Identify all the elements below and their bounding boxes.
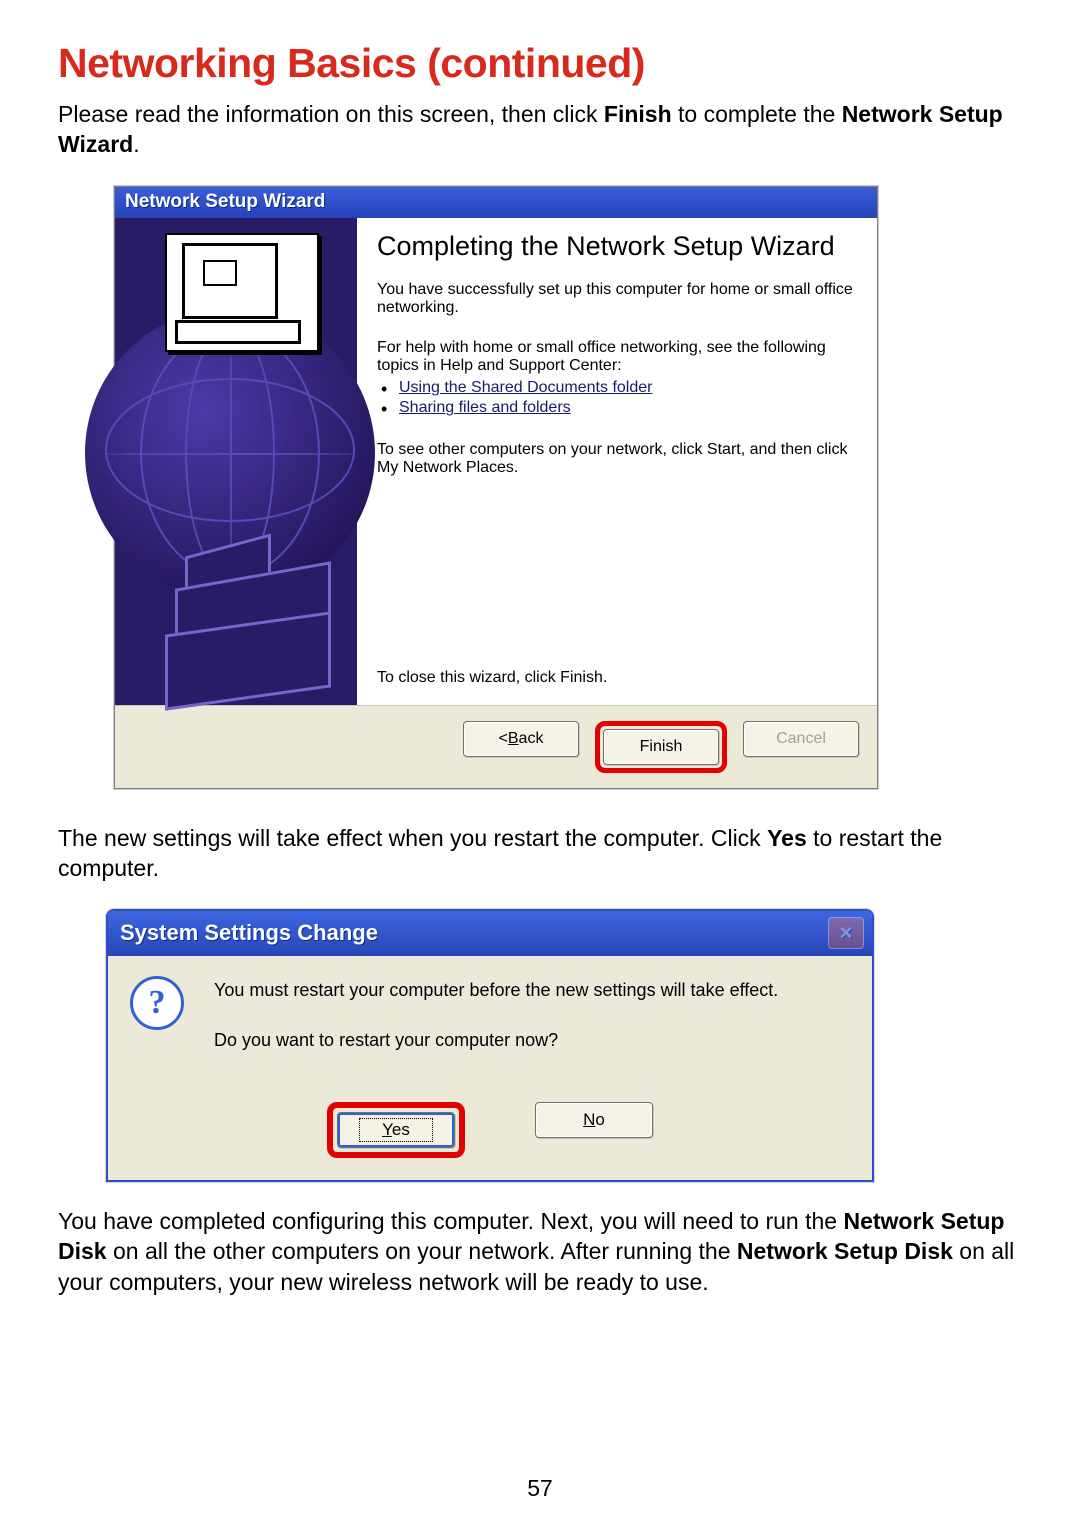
text: The new settings will take effect when y… — [58, 825, 767, 851]
wizard-text: You have successfully set up this comput… — [377, 281, 857, 317]
restart-text: You must restart your computer before th… — [214, 976, 778, 1075]
label-mnemonic: N — [583, 1110, 595, 1130]
label-post: o — [595, 1110, 604, 1130]
text-bold: Network Setup Disk — [737, 1238, 953, 1264]
wizard-text: To see other computers on your network, … — [377, 441, 857, 477]
label-mnemonic: Y — [382, 1120, 392, 1139]
text: . — [133, 131, 139, 157]
label-post: ack — [519, 730, 544, 748]
wizard-button-row: < Back Finish Cancel — [115, 705, 877, 788]
wizard-body: Completing the Network Setup Wizard You … — [115, 218, 877, 705]
no-button[interactable]: No — [535, 1102, 653, 1138]
yes-button-highlight: Yes — [327, 1102, 465, 1158]
restart-body: ? You must restart your computer before … — [108, 956, 872, 1101]
intro-paragraph-1: Please read the information on this scre… — [58, 99, 1022, 160]
text: Please read the information on this scre… — [58, 101, 604, 127]
wizard-text: For help with home or small office netwo… — [377, 339, 857, 375]
back-button[interactable]: < Back — [463, 721, 579, 757]
restart-title-text: System Settings Change — [120, 920, 378, 946]
intro-paragraph-3: You have completed configuring this comp… — [58, 1206, 1022, 1297]
list-item: Sharing files and folders — [399, 399, 857, 417]
restart-line1: You must restart your computer before th… — [214, 976, 778, 1006]
text: You have completed configuring this comp… — [58, 1208, 843, 1234]
text: to complete the — [672, 101, 842, 127]
sharing-files-link[interactable]: Sharing files and folders — [399, 399, 571, 416]
finish-button[interactable]: Finish — [603, 729, 719, 765]
wizard-help-list: Using the Shared Documents folder Sharin… — [377, 379, 857, 419]
label-mnemonic: B — [508, 730, 519, 748]
network-setup-wizard-dialog: Network Setup Wizard Completing the Netw… — [114, 186, 878, 789]
intro-paragraph-2: The new settings will take effect when y… — [58, 823, 1022, 884]
page-title: Networking Basics (continued) — [58, 40, 1022, 87]
shared-documents-link[interactable]: Using the Shared Documents folder — [399, 379, 652, 396]
label-post: es — [392, 1120, 410, 1139]
yes-button[interactable]: Yes — [337, 1112, 455, 1148]
wizard-sidebar-graphic — [115, 218, 357, 705]
question-icon: ? — [130, 976, 184, 1030]
close-icon: × — [828, 917, 864, 949]
text-bold: Finish — [604, 101, 672, 127]
label-pre: < — [499, 730, 508, 748]
cancel-button: Cancel — [743, 721, 859, 757]
system-settings-change-dialog: System Settings Change × ? You must rest… — [106, 909, 874, 1181]
restart-button-row: Yes No — [108, 1102, 872, 1180]
wizard-titlebar: Network Setup Wizard — [115, 187, 877, 218]
wizard-content: Completing the Network Setup Wizard You … — [357, 218, 877, 705]
finish-button-highlight: Finish — [595, 721, 727, 773]
printer-icon — [155, 545, 345, 715]
computer-icon — [165, 233, 319, 352]
text: on all the other computers on your netwo… — [107, 1238, 737, 1264]
restart-titlebar: System Settings Change × — [108, 911, 872, 956]
wizard-heading: Completing the Network Setup Wizard — [377, 230, 857, 264]
restart-line2: Do you want to restart your computer now… — [214, 1026, 778, 1056]
list-item: Using the Shared Documents folder — [399, 379, 857, 397]
page-number: 57 — [0, 1475, 1080, 1502]
wizard-close-text: To close this wizard, click Finish. — [377, 669, 857, 687]
text-bold: Yes — [767, 825, 807, 851]
